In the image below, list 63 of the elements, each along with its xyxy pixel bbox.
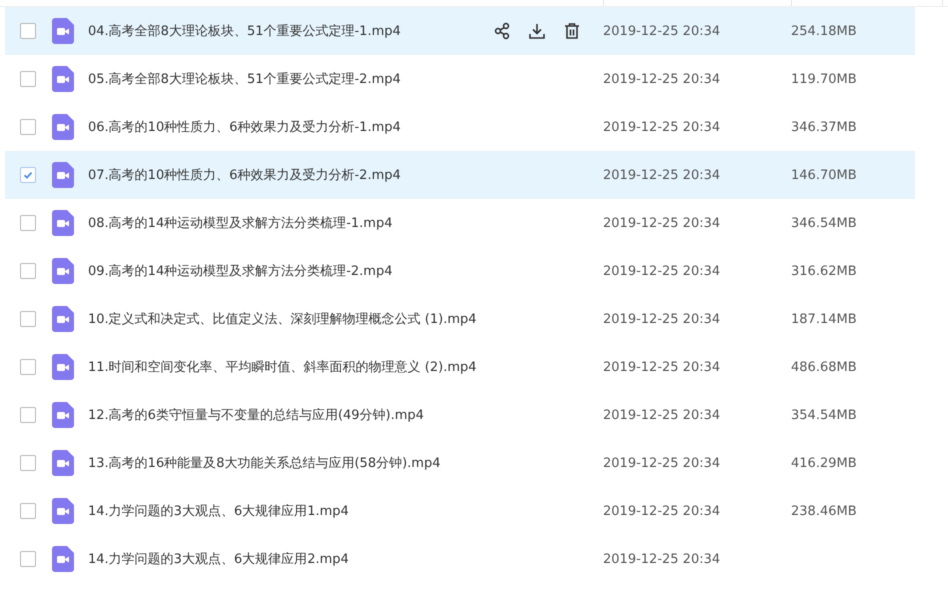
file-name[interactable]: 08.高考的14种运动模型及求解方法分类梳理-1.mp4: [88, 214, 493, 232]
video-file-icon: [52, 66, 74, 92]
video-file-icon: [52, 354, 74, 380]
file-name[interactable]: 04.高考全部8大理论板块、51个重要公式定理-1.mp4: [88, 22, 493, 40]
file-size: 238.46MB: [791, 504, 857, 518]
video-file-icon: [52, 258, 74, 284]
video-file-icon: [52, 114, 74, 140]
checkmark-icon: [22, 169, 34, 181]
file-size: 354.54MB: [791, 408, 857, 422]
file-size: 187.14MB: [791, 312, 857, 326]
file-name[interactable]: 10.定义式和决定式、比值定义法、深刻理解物理概念公式 (1).mp4: [88, 310, 493, 328]
file-size: 119.70MB: [791, 72, 857, 86]
file-size: 346.37MB: [791, 120, 857, 134]
file-size: 146.70MB: [791, 168, 857, 182]
modified-date: 2019-12-25 20:34: [603, 120, 722, 134]
file-name[interactable]: 07.高考的10种性质力、6种效果力及受力分析-2.mp4: [88, 166, 493, 184]
file-size: 346.54MB: [791, 216, 857, 230]
modified-date: 2019-12-25 20:34: [603, 456, 722, 470]
video-file-icon: [52, 402, 74, 428]
file-name[interactable]: 11.时间和空间变化率、平均瞬时值、斜率面积的物理意义 (2).mp4: [88, 358, 493, 376]
checkbox[interactable]: [20, 119, 36, 135]
file-size: 254.18MB: [791, 24, 857, 38]
modified-date: 2019-12-25 20:34: [603, 408, 722, 422]
checkbox[interactable]: [20, 503, 36, 519]
video-file-icon: [52, 450, 74, 476]
checkbox[interactable]: [20, 215, 36, 231]
file-name[interactable]: 14.力学问题的3大观点、6大规律应用2.mp4: [88, 550, 493, 568]
checkbox[interactable]: [20, 23, 36, 39]
checkbox[interactable]: [20, 71, 36, 87]
video-file-icon: [52, 18, 74, 44]
file-name[interactable]: 12.高考的6类守恒量与不变量的总结与应用(49分钟).mp4: [88, 406, 493, 424]
share-icon[interactable]: [493, 22, 511, 40]
file-size: 316.62MB: [791, 264, 857, 278]
video-file-icon: [52, 498, 74, 524]
download-icon[interactable]: [528, 22, 546, 40]
checkbox[interactable]: [20, 455, 36, 471]
modified-date: 2019-12-25 20:34: [603, 264, 722, 278]
modified-date: 2019-12-25 20:34: [603, 216, 722, 230]
video-file-icon: [52, 306, 74, 332]
video-file-icon: [52, 210, 74, 236]
modified-date: 2019-12-25 20:34: [603, 360, 722, 374]
file-name[interactable]: 14.力学问题的3大观点、6大规律应用1.mp4: [88, 502, 493, 520]
modified-date: 2019-12-25 20:34: [603, 312, 722, 326]
checkbox[interactable]: [20, 167, 36, 183]
file-name[interactable]: 06.高考的10种性质力、6种效果力及受力分析-1.mp4: [88, 118, 493, 136]
video-file-icon: [52, 546, 74, 572]
file-name[interactable]: 13.高考的16种能量及8大功能关系总结与应用(58分钟).mp4: [88, 454, 493, 472]
modified-date: 2019-12-25 20:34: [603, 168, 722, 182]
video-file-icon: [52, 162, 74, 188]
checkbox[interactable]: [20, 359, 36, 375]
file-name[interactable]: 05.高考全部8大理论板块、51个重要公式定理-2.mp4: [88, 70, 493, 88]
delete-icon[interactable]: [563, 22, 581, 40]
checkbox[interactable]: [20, 311, 36, 327]
modified-date: 2019-12-25 20:34: [603, 504, 722, 518]
file-size: 486.68MB: [791, 360, 857, 374]
modified-date: 2019-12-25 20:34: [603, 72, 722, 86]
checkbox[interactable]: [20, 407, 36, 423]
file-size: 416.29MB: [791, 456, 857, 470]
modified-date: 2019-12-25 20:34: [603, 552, 722, 566]
file-name[interactable]: 09.高考的14种运动模型及求解方法分类梳理-2.mp4: [88, 262, 493, 280]
checkbox[interactable]: [20, 263, 36, 279]
modified-date: 2019-12-25 20:34: [603, 24, 722, 38]
checkbox[interactable]: [20, 551, 36, 567]
